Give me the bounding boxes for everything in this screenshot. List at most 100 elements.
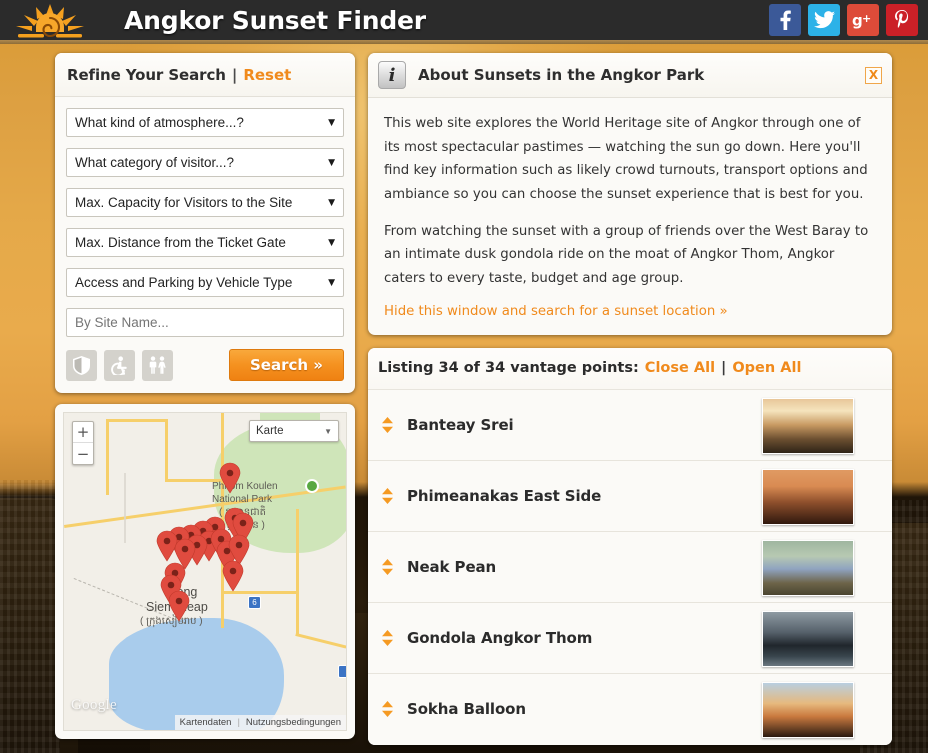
list-item-thumbnail[interactable] bbox=[762, 397, 854, 454]
content-area: Refine Your Search | Reset What kind of … bbox=[0, 44, 928, 753]
listing-header: Listing 34 of 34 vantage points: Close A… bbox=[368, 347, 892, 390]
expand-collapse-icon[interactable] bbox=[381, 487, 394, 505]
road bbox=[106, 419, 168, 422]
google-map[interactable]: 6 Phnom Koulen National Park ( ឧទ្យានជាត… bbox=[63, 412, 347, 731]
about-panel-body: This web site explores the World Heritag… bbox=[368, 98, 892, 335]
route-shield bbox=[338, 665, 346, 678]
select-access-parking-label: Access and Parking by Vehicle Type bbox=[75, 275, 293, 290]
select-max-capacity[interactable]: Max. Capacity for Visitors to the Site ▼ bbox=[66, 188, 344, 217]
park-poi-marker[interactable] bbox=[305, 479, 319, 493]
expand-collapse-icon[interactable] bbox=[381, 629, 394, 647]
info-icon: i bbox=[378, 61, 406, 89]
map-zoom-controls: + − bbox=[72, 421, 94, 465]
reset-link[interactable]: Reset bbox=[243, 66, 291, 84]
list-item-label: Phimeanakas East Side bbox=[407, 486, 602, 505]
listing-separator: | bbox=[721, 360, 727, 377]
page-title: Angkor Sunset Finder bbox=[124, 5, 426, 35]
facebook-icon[interactable] bbox=[769, 4, 801, 36]
expand-collapse-icon[interactable] bbox=[381, 700, 394, 718]
select-atmosphere[interactable]: What kind of atmosphere...? ▼ bbox=[66, 108, 344, 137]
expand-collapse-icon[interactable] bbox=[381, 558, 394, 576]
select-atmosphere-label: What kind of atmosphere...? bbox=[75, 115, 244, 130]
chevron-down-icon: ▼ bbox=[328, 277, 335, 288]
chevron-down-icon: ▼ bbox=[328, 237, 335, 248]
listing-panel: Listing 34 of 34 vantage points: Close A… bbox=[368, 347, 892, 745]
hide-window-link[interactable]: Hide this window and search for a sunset… bbox=[384, 304, 876, 319]
list-item[interactable]: Banteay Srei bbox=[368, 390, 892, 461]
list-item-thumbnail[interactable] bbox=[762, 539, 854, 596]
refine-search-title: Refine Your Search bbox=[67, 65, 226, 84]
svg-text:+: + bbox=[862, 12, 871, 25]
map-type-label: Karte bbox=[256, 425, 284, 437]
about-panel-title: About Sunsets in the Angkor Park bbox=[418, 66, 705, 84]
about-paragraph-2: From watching the sunset with a group of… bbox=[384, 223, 869, 286]
twitter-icon[interactable] bbox=[808, 4, 840, 36]
social-links: g + bbox=[769, 4, 918, 36]
list-item-label: Banteay Srei bbox=[407, 415, 514, 434]
top-bar: Angkor Sunset Finder g + bbox=[0, 0, 928, 40]
map-type-selector[interactable]: Karte ▼ bbox=[249, 420, 339, 442]
list-item-label: Gondola Angkor Thom bbox=[407, 628, 593, 647]
list-item[interactable]: Neak Pean bbox=[368, 532, 892, 603]
search-button[interactable]: Search » bbox=[229, 349, 344, 381]
footer-divider: | bbox=[237, 717, 240, 728]
road bbox=[165, 419, 168, 481]
about-panel: i About Sunsets in the Angkor Park X Thi… bbox=[368, 53, 892, 335]
page-root: Angkor Sunset Finder g + Refine Your Sea… bbox=[0, 0, 928, 753]
map-attribution-footer: Kartendaten | Nutzungsbedingungen bbox=[174, 715, 346, 730]
zoom-out-button[interactable]: − bbox=[73, 443, 93, 464]
list-item-label: Sokha Balloon bbox=[407, 700, 526, 719]
route-shield: 6 bbox=[248, 596, 261, 609]
listing-count-label: Listing 34 of 34 vantage points: bbox=[378, 360, 639, 377]
list-item[interactable]: Gondola Angkor Thom bbox=[368, 603, 892, 674]
list-item[interactable]: Phimeanakas East Side bbox=[368, 461, 892, 532]
chevron-down-icon: ▼ bbox=[328, 117, 335, 128]
terms-link[interactable]: Nutzungsbedingungen bbox=[246, 717, 341, 728]
road bbox=[124, 473, 126, 543]
chevron-down-icon: ▼ bbox=[328, 157, 335, 168]
right-column: i About Sunsets in the Angkor Park X Thi… bbox=[368, 53, 892, 745]
map-panel: 6 Phnom Koulen National Park ( ឧទ្យានជាត… bbox=[55, 404, 355, 739]
road bbox=[295, 633, 346, 649]
select-visitor-category[interactable]: What category of visitor...? ▼ bbox=[66, 148, 344, 177]
select-access-parking[interactable]: Access and Parking by Vehicle Type ▼ bbox=[66, 268, 344, 297]
app-logo[interactable] bbox=[0, 0, 100, 40]
list-item-thumbnail[interactable] bbox=[762, 468, 854, 525]
select-max-capacity-label: Max. Capacity for Visitors to the Site bbox=[75, 195, 293, 210]
close-all-link[interactable]: Close All bbox=[645, 360, 715, 376]
zoom-in-button[interactable]: + bbox=[73, 422, 93, 443]
open-all-link[interactable]: Open All bbox=[732, 360, 801, 376]
expand-collapse-icon[interactable] bbox=[381, 416, 394, 434]
accent-strip bbox=[0, 40, 928, 44]
wheelchair-accessible-icon[interactable] bbox=[104, 349, 135, 381]
refine-search-header: Refine Your Search | Reset bbox=[55, 53, 355, 97]
road bbox=[221, 591, 299, 594]
chevron-down-icon: ▼ bbox=[324, 426, 332, 436]
select-max-distance[interactable]: Max. Distance from the Ticket Gate ▼ bbox=[66, 228, 344, 257]
list-item-thumbnail[interactable] bbox=[762, 681, 854, 738]
restrooms-icon[interactable] bbox=[142, 349, 173, 381]
map-label: Krong bbox=[164, 585, 198, 599]
left-column: Refine Your Search | Reset What kind of … bbox=[55, 53, 355, 739]
chevron-down-icon: ▼ bbox=[328, 197, 335, 208]
sun-spiral-logo-icon bbox=[16, 4, 84, 38]
listing-rows: Banteay Srei Phimeanakas East Side Neak … bbox=[368, 389, 892, 745]
boundary-line bbox=[73, 578, 186, 625]
googleplus-icon[interactable]: g + bbox=[847, 4, 879, 36]
refine-search-panel: Refine Your Search | Reset What kind of … bbox=[55, 53, 355, 393]
pinterest-icon[interactable] bbox=[886, 4, 918, 36]
refine-search-body: What kind of atmosphere...? ▼ What categ… bbox=[55, 97, 355, 393]
select-max-distance-label: Max. Distance from the Ticket Gate bbox=[75, 235, 286, 250]
about-paragraph-1: This web site explores the World Heritag… bbox=[384, 116, 868, 202]
map-data-link[interactable]: Kartendaten bbox=[180, 717, 232, 728]
road bbox=[165, 479, 223, 482]
road bbox=[296, 509, 299, 635]
list-item-thumbnail[interactable] bbox=[762, 610, 854, 667]
select-visitor-category-label: What category of visitor...? bbox=[75, 155, 235, 170]
close-icon[interactable]: X bbox=[865, 66, 882, 84]
shield-icon[interactable] bbox=[66, 349, 97, 381]
about-panel-header: i About Sunsets in the Angkor Park X bbox=[368, 53, 892, 98]
site-name-input[interactable] bbox=[66, 308, 344, 337]
list-item[interactable]: Sokha Balloon bbox=[368, 674, 892, 745]
road bbox=[106, 419, 109, 495]
